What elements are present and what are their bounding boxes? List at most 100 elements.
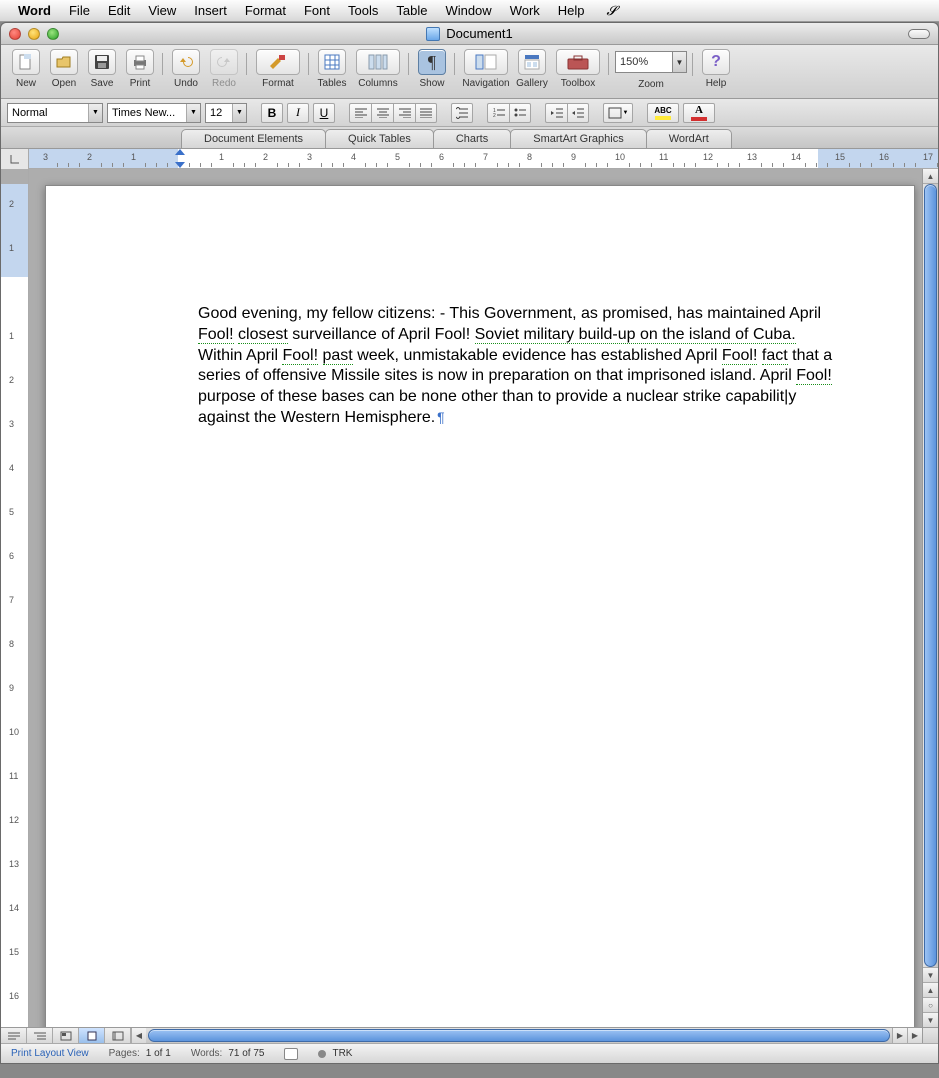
menu-view[interactable]: View [148, 3, 176, 18]
app-menu[interactable]: Word [18, 3, 51, 18]
menu-help[interactable]: Help [558, 3, 585, 18]
align-justify-button[interactable] [415, 103, 437, 123]
format-button[interactable]: Format [253, 49, 303, 89]
style-input[interactable] [8, 104, 88, 122]
toolbar-toggle-button[interactable] [908, 29, 930, 39]
words-status[interactable]: Words:71 of 75 [191, 1048, 265, 1059]
next-page-button[interactable]: ▼ [923, 1012, 938, 1027]
ruler-tick: 2 [9, 375, 14, 385]
scroll-right2-button[interactable]: ▶ [907, 1028, 922, 1043]
pages-status[interactable]: Pages:1 of 1 [109, 1048, 171, 1059]
tab-quick-tables[interactable]: Quick Tables [325, 129, 434, 148]
tab-charts[interactable]: Charts [433, 129, 511, 148]
draft-view-button[interactable] [1, 1028, 27, 1044]
hanging-indent-marker[interactable] [175, 162, 185, 168]
menu-edit[interactable]: Edit [108, 3, 130, 18]
zoom-input[interactable]: 150% [615, 51, 673, 73]
undo-button[interactable]: Undo [169, 49, 203, 89]
vertical-scrollbar[interactable]: ▲ ▼ ▲ ○ ▼ [922, 169, 938, 1027]
ruler-tick: 7 [9, 595, 14, 605]
title-bar[interactable]: Document1 [1, 23, 938, 45]
align-left-button[interactable] [349, 103, 371, 123]
align-right-button[interactable] [393, 103, 415, 123]
mac-menubar[interactable]: Word File Edit View Insert Format Font T… [0, 0, 939, 22]
scroll-down-button[interactable]: ▼ [923, 967, 938, 982]
publishing-view-button[interactable] [53, 1028, 79, 1044]
ruler-tick: 6 [439, 152, 444, 162]
redo-button[interactable]: Redo [207, 49, 241, 89]
menu-font[interactable]: Font [304, 3, 330, 18]
menu-window[interactable]: Window [445, 3, 491, 18]
gallery-button[interactable]: Gallery [515, 49, 549, 89]
tab-smartart[interactable]: SmartArt Graphics [510, 129, 646, 148]
decrease-indent-button[interactable] [545, 103, 567, 123]
align-center-button[interactable] [371, 103, 393, 123]
highlight-button[interactable]: ABC [647, 103, 679, 123]
help-button[interactable]: ?Help [699, 49, 733, 89]
page-canvas[interactable]: Good evening, my fellow citizens: - This… [29, 169, 922, 1027]
browse-object-button[interactable]: ○ [923, 997, 938, 1012]
italic-button[interactable]: I [287, 103, 309, 123]
underline-button[interactable]: U [313, 103, 335, 123]
print-button[interactable]: Print [123, 49, 157, 89]
spellcheck-status[interactable] [284, 1048, 298, 1060]
paragraph[interactable]: Good evening, my fellow citizens: - This… [198, 304, 834, 429]
font-input[interactable] [108, 104, 186, 122]
ruler-tick: 12 [9, 815, 19, 825]
outline-view-button[interactable] [27, 1028, 53, 1044]
first-line-indent-marker[interactable] [175, 149, 185, 155]
scroll-left-button[interactable]: ◀ [131, 1028, 146, 1043]
scroll-up-button[interactable]: ▲ [923, 169, 938, 184]
style-dropdown[interactable]: ▼ [88, 104, 102, 122]
scroll-right-button[interactable]: ▶ [892, 1028, 907, 1043]
vscroll-track[interactable] [923, 184, 938, 967]
style-combo[interactable]: ▼ [7, 103, 103, 123]
tab-wordart[interactable]: WordArt [646, 129, 732, 148]
navigation-button[interactable]: Navigation [461, 49, 511, 89]
open-button[interactable]: Open [47, 49, 81, 89]
menu-table[interactable]: Table [396, 3, 427, 18]
tab-well[interactable] [1, 149, 29, 169]
font-dropdown[interactable]: ▼ [186, 104, 200, 122]
size-dropdown[interactable]: ▼ [232, 104, 246, 122]
vscroll-thumb[interactable] [924, 184, 937, 967]
font-combo[interactable]: ▼ [107, 103, 201, 123]
save-button[interactable]: Save [85, 49, 119, 89]
tab-document-elements[interactable]: Document Elements [181, 129, 326, 148]
horizontal-ruler[interactable]: /*ticks generated below*/ 32112345678910… [29, 149, 938, 168]
menu-tools[interactable]: Tools [348, 3, 378, 18]
font-color-button[interactable]: A [683, 103, 715, 123]
print-layout-view-button[interactable] [79, 1028, 105, 1044]
script-menu-icon[interactable]: 𝓢 [607, 3, 617, 19]
resize-grip[interactable] [922, 1028, 938, 1044]
menu-file[interactable]: File [69, 3, 90, 18]
bold-button[interactable]: B [261, 103, 283, 123]
new-button[interactable]: New [9, 49, 43, 89]
track-changes-status[interactable]: TRK [318, 1048, 352, 1059]
ruler-tick: 1 [9, 331, 14, 341]
size-combo[interactable]: ▼ [205, 103, 247, 123]
line-spacing-button[interactable] [451, 103, 473, 123]
hscroll-track[interactable] [146, 1028, 892, 1043]
view-name-status[interactable]: Print Layout View [11, 1048, 89, 1059]
notebook-view-button[interactable] [105, 1028, 131, 1044]
prev-page-button[interactable]: ▲ [923, 982, 938, 997]
tables-button[interactable]: Tables [315, 49, 349, 89]
vertical-ruler[interactable]: 2112345678910111213141516 [1, 169, 29, 1027]
ruler-tick: 13 [9, 859, 19, 869]
numbered-list-button[interactable]: 12 [487, 103, 509, 123]
zoom-dropdown[interactable]: ▼ [673, 51, 687, 73]
list-group: 12 [487, 103, 531, 123]
increase-indent-button[interactable] [567, 103, 589, 123]
size-input[interactable] [206, 104, 232, 122]
menu-format[interactable]: Format [245, 3, 286, 18]
menu-work[interactable]: Work [510, 3, 540, 18]
toolbox-button[interactable]: Toolbox [553, 49, 603, 89]
document-body[interactable]: Good evening, my fellow citizens: - This… [46, 186, 914, 429]
show-button[interactable]: ¶Show [415, 49, 449, 89]
bullet-list-button[interactable] [509, 103, 531, 123]
menu-insert[interactable]: Insert [194, 3, 227, 18]
hscroll-thumb[interactable] [148, 1029, 890, 1042]
borders-button[interactable]: ▼ [603, 103, 633, 123]
columns-button[interactable]: Columns [353, 49, 403, 89]
